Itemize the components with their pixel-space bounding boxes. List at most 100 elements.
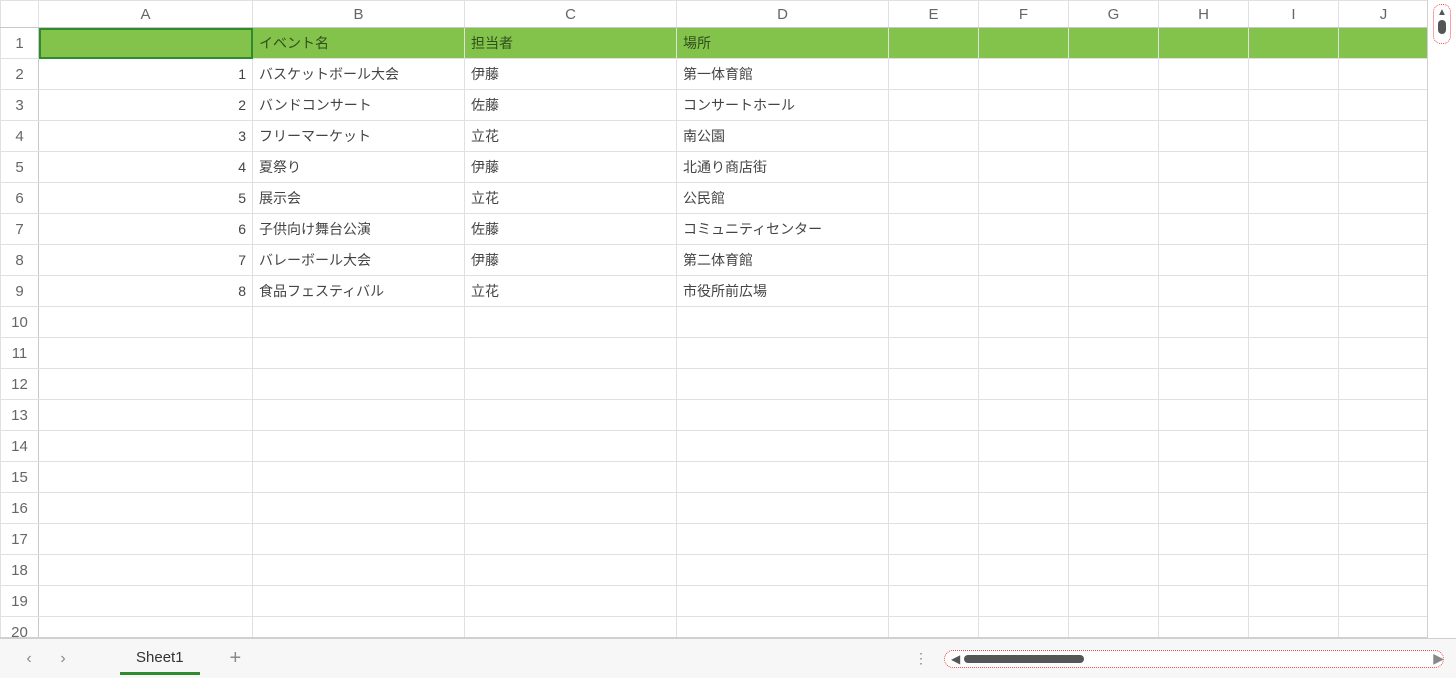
cell[interactable]	[889, 524, 979, 555]
cell[interactable]	[979, 400, 1069, 431]
cell[interactable]	[1339, 555, 1429, 586]
cell[interactable]	[39, 493, 253, 524]
cell[interactable]	[39, 462, 253, 493]
cell[interactable]	[979, 617, 1069, 639]
cell[interactable]	[1339, 121, 1429, 152]
cell[interactable]	[979, 307, 1069, 338]
cell[interactable]	[1159, 152, 1249, 183]
cell[interactable]	[889, 617, 979, 639]
cell[interactable]	[1159, 462, 1249, 493]
cell[interactable]: 2	[39, 90, 253, 121]
cell[interactable]	[979, 555, 1069, 586]
cell[interactable]	[1159, 307, 1249, 338]
cell[interactable]: 伊藤	[465, 245, 677, 276]
cell[interactable]	[1339, 369, 1429, 400]
cell[interactable]	[677, 369, 889, 400]
cell[interactable]	[979, 214, 1069, 245]
cell[interactable]	[1069, 307, 1159, 338]
cell[interactable]	[465, 493, 677, 524]
col-header-B[interactable]: B	[253, 1, 465, 28]
cell[interactable]	[677, 617, 889, 639]
row-header[interactable]: 2	[1, 59, 39, 90]
col-header-D[interactable]: D	[677, 1, 889, 28]
cell[interactable]	[1339, 586, 1429, 617]
row-header[interactable]: 17	[1, 524, 39, 555]
cell[interactable]	[889, 586, 979, 617]
cell[interactable]	[1069, 586, 1159, 617]
cell[interactable]: イベント名	[253, 28, 465, 59]
col-header-E[interactable]: E	[889, 1, 979, 28]
row-header[interactable]: 12	[1, 369, 39, 400]
cell[interactable]	[1249, 28, 1339, 59]
cell[interactable]	[39, 400, 253, 431]
cell[interactable]	[1339, 400, 1429, 431]
cell[interactable]	[1069, 183, 1159, 214]
vscroll-thumb[interactable]	[1438, 20, 1446, 34]
cell[interactable]: 佐藤	[465, 90, 677, 121]
sheet-menu-icon[interactable]: ⋮	[914, 650, 930, 667]
row-header[interactable]: 3	[1, 90, 39, 121]
cell[interactable]	[1069, 524, 1159, 555]
cell[interactable]	[1249, 152, 1339, 183]
col-header-G[interactable]: G	[1069, 1, 1159, 28]
cell[interactable]	[465, 307, 677, 338]
cell[interactable]	[1249, 462, 1339, 493]
row-header[interactable]: 8	[1, 245, 39, 276]
cell[interactable]	[1159, 586, 1249, 617]
cell[interactable]: コミュニティセンター	[677, 214, 889, 245]
cell[interactable]	[1159, 617, 1249, 639]
cell[interactable]	[39, 307, 253, 338]
cell[interactable]	[1339, 462, 1429, 493]
row-header[interactable]: 10	[1, 307, 39, 338]
cell[interactable]	[1249, 276, 1339, 307]
scroll-left-icon[interactable]: ◀	[951, 652, 960, 666]
cell[interactable]	[1159, 555, 1249, 586]
cell[interactable]	[1159, 524, 1249, 555]
col-header-C[interactable]: C	[465, 1, 677, 28]
cell[interactable]	[889, 493, 979, 524]
cell[interactable]	[1339, 183, 1429, 214]
cell[interactable]	[1339, 617, 1429, 639]
cell[interactable]	[1249, 586, 1339, 617]
cell[interactable]	[39, 431, 253, 462]
row-header[interactable]: 14	[1, 431, 39, 462]
cell[interactable]	[1249, 245, 1339, 276]
cell[interactable]	[1069, 276, 1159, 307]
cell[interactable]	[253, 338, 465, 369]
cell[interactable]	[253, 524, 465, 555]
horizontal-scrollbar[interactable]: ◀	[944, 650, 1444, 668]
cell[interactable]	[465, 586, 677, 617]
cell[interactable]	[1159, 400, 1249, 431]
cell[interactable]: 子供向け舞台公演	[253, 214, 465, 245]
sheet-tab[interactable]: Sheet1	[120, 643, 200, 675]
cell[interactable]: バレーボール大会	[253, 245, 465, 276]
cell[interactable]	[979, 276, 1069, 307]
cell[interactable]	[1069, 555, 1159, 586]
cell[interactable]: コンサートホール	[677, 90, 889, 121]
cell[interactable]	[889, 276, 979, 307]
cell[interactable]: 担当者	[465, 28, 677, 59]
scroll-right-icon[interactable]: ▶	[1433, 650, 1444, 667]
cell[interactable]	[1339, 276, 1429, 307]
cell[interactable]	[253, 493, 465, 524]
cell[interactable]: 佐藤	[465, 214, 677, 245]
cell[interactable]	[1249, 338, 1339, 369]
cell[interactable]	[979, 28, 1069, 59]
row-header[interactable]: 9	[1, 276, 39, 307]
cell[interactable]	[39, 369, 253, 400]
cell[interactable]	[889, 214, 979, 245]
row-header[interactable]: 4	[1, 121, 39, 152]
cell[interactable]	[1339, 524, 1429, 555]
cell[interactable]	[39, 586, 253, 617]
cell[interactable]: 南公園	[677, 121, 889, 152]
cell[interactable]	[1249, 59, 1339, 90]
row-header[interactable]: 19	[1, 586, 39, 617]
cell[interactable]	[1069, 121, 1159, 152]
cell[interactable]	[889, 183, 979, 214]
cell[interactable]	[1339, 245, 1429, 276]
cell[interactable]	[1249, 183, 1339, 214]
cell[interactable]	[39, 555, 253, 586]
cell[interactable]	[39, 338, 253, 369]
cell[interactable]: 伊藤	[465, 59, 677, 90]
cell[interactable]	[1339, 90, 1429, 121]
